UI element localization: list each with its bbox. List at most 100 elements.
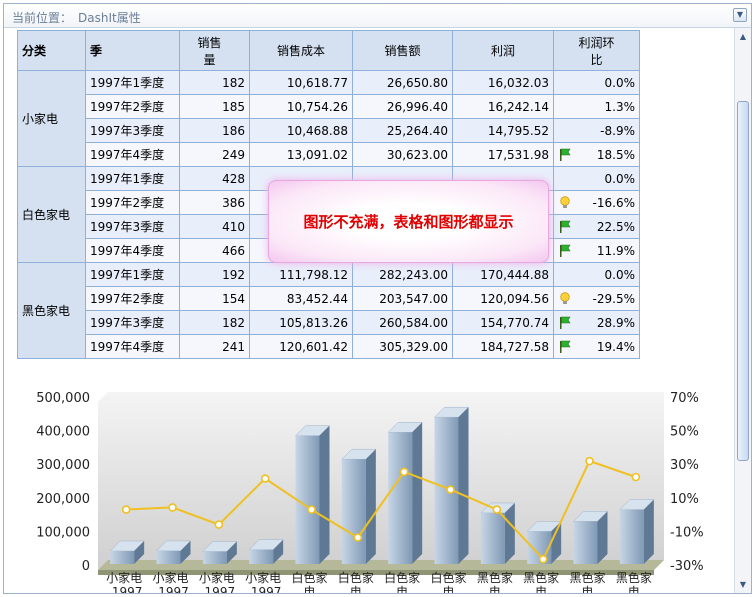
header-profit-ratio[interactable]: 利润环 比: [553, 30, 640, 71]
bar-side: [365, 449, 376, 564]
scroll-up-button[interactable]: ▲: [736, 29, 750, 44]
line-point: [353, 533, 363, 542]
arrow-up-icon: ▲: [739, 32, 747, 41]
season-cell: 1997年1季度: [85, 70, 180, 95]
season-cell: 1997年3季度: [85, 118, 180, 143]
profit-ratio-value: 11.9%: [596, 243, 635, 258]
season-cell: 1997年3季度: [85, 310, 180, 335]
profit-cell: 120,094.56: [452, 286, 554, 311]
line-point: [492, 505, 502, 514]
info-popup: 图形不充满，表格和图形都显示: [268, 180, 549, 263]
line-point: [307, 505, 316, 514]
x-tick-label: 小家电_1997: [105, 570, 143, 593]
scroll-down-button[interactable]: ▼: [736, 577, 750, 592]
cost-cell: 120,601.42: [249, 334, 353, 359]
scrollbar-thumb[interactable]: [737, 101, 749, 461]
x-tick-label: 小家电_1997: [244, 570, 282, 593]
quantity-cell: 182: [179, 310, 250, 335]
season-cell: 1997年1季度: [85, 166, 180, 191]
flag-icon: [560, 220, 571, 233]
bar-side: [504, 502, 515, 564]
season-cell: 1997年4季度: [85, 238, 180, 263]
table-row: 小家电 1997年1季度 182 10,618.77 26,650.80 16,032.0…: [17, 70, 640, 167]
quantity-cell: 182: [179, 70, 250, 95]
bar-side: [643, 499, 654, 564]
y-right-tick-label: 70%: [670, 391, 699, 406]
profit-cell: 170,444.88: [452, 262, 554, 287]
profit-ratio-value: 28.9%: [596, 315, 635, 330]
breadcrumb-value: DashIt属性: [78, 11, 141, 25]
category-cell: 白色家电: [17, 166, 86, 263]
profit-cell: 154,770.74: [452, 310, 554, 335]
x-tick-label: 白色家电: [291, 570, 327, 593]
x-tick-label: 白色家电: [430, 570, 466, 593]
bar-side: [412, 422, 423, 564]
profit-cell: 16,242.14: [452, 94, 554, 119]
profit-ratio-cell: 0.0%: [553, 166, 640, 191]
quantity-cell: 428: [179, 166, 250, 191]
profit-ratio-value: 18.5%: [596, 147, 635, 162]
quantity-cell: 241: [179, 334, 250, 359]
profit-ratio-value: -16.6%: [592, 195, 635, 210]
line-point: [121, 505, 131, 514]
bar: [202, 551, 227, 564]
y-left-tick-label: 400,000: [36, 425, 90, 440]
line-point: [585, 456, 594, 466]
report-content: 分类 季 销售 量 销售成本 销售额 利润 利润环 比 小家电 1997年1季度 1…: [4, 28, 734, 593]
sales-cell: 203,547.00: [352, 286, 453, 311]
combo-chart: 0 100,000 200,000 300,000 400,000 500,000 -30%…: [36, 391, 704, 593]
profit-ratio-value: -8.9%: [600, 123, 635, 138]
sales-cell: 26,996.40: [352, 94, 453, 119]
x-tick-label: 小家电_1997: [198, 570, 236, 593]
profit-ratio-cell: 0.0%: [553, 262, 640, 287]
sales-cell: 282,243.00: [352, 262, 453, 287]
header-quantity[interactable]: 销售 量: [179, 30, 250, 71]
header-season[interactable]: 季: [85, 30, 180, 71]
sales-cell: 26,650.80: [352, 70, 453, 95]
dashboard-frame: 当前位置： DashIt属性 ▼ 分类 季 销售 量 销售成本 销售额 利润 利润…: [3, 3, 752, 594]
quantity-cell: 154: [179, 286, 250, 311]
profit-ratio-value: 0.0%: [604, 171, 636, 186]
profit-ratio-cell: 0.0%: [553, 70, 640, 95]
header-sales[interactable]: 销售额: [352, 30, 453, 71]
quantity-cell: 466: [179, 238, 250, 263]
bar: [573, 521, 598, 564]
profit-ratio-cell: 28.9%: [553, 310, 640, 335]
y-right-tick-label: 10%: [670, 492, 699, 507]
profit-ratio-cell: 11.9%: [553, 238, 640, 263]
cost-cell: 111,798.12: [249, 262, 353, 287]
dropdown-button[interactable]: ▼: [733, 8, 747, 22]
season-cell: 1997年2季度: [85, 94, 180, 119]
table-row: 1997年2季度 185 10,754.26 26,996.40 16,242.14 1.…: [18, 94, 640, 119]
bar: [341, 459, 366, 564]
category-cell: 黑色家电: [17, 262, 86, 359]
bar: [249, 549, 274, 564]
profit-ratio-cell: 18.5%: [553, 142, 640, 167]
season-cell: 1997年4季度: [85, 142, 180, 167]
x-tick-label: 白色家电: [384, 570, 420, 593]
cost-cell: 83,452.44: [249, 286, 353, 311]
y-right-tick-label: 50%: [670, 425, 699, 440]
quantity-cell: 410: [179, 214, 250, 239]
table-row: 1997年3季度 186 10,468.88 25,264.40 14,795.52 -8…: [18, 118, 640, 143]
profit-ratio-cell: 22.5%: [553, 214, 640, 239]
table-row: 1997年2季度 154 83,452.44 203,547.00 120,094.56…: [18, 286, 640, 311]
season-cell: 1997年3季度: [85, 214, 180, 239]
profit-ratio-cell: 1.3%: [553, 94, 640, 119]
header-category[interactable]: 分类: [17, 30, 86, 71]
x-tick-label: 黑色家电: [523, 570, 559, 593]
line-point: [446, 485, 455, 494]
header-profit[interactable]: 利润: [452, 30, 554, 71]
y-right-tick-label: -10%: [670, 525, 704, 540]
vertical-scrollbar[interactable]: ▲ ▼: [734, 28, 751, 593]
quantity-cell: 249: [179, 142, 250, 167]
line-point: [260, 474, 270, 483]
bar: [295, 435, 320, 564]
breadcrumb-text: 当前位置： DashIt属性: [12, 9, 141, 26]
profit-cell: 14,795.52: [452, 118, 554, 143]
header-cost[interactable]: 销售成本: [249, 30, 353, 71]
table-row: 1997年4季度 249 13,091.02 30,623.00 17,531.98 18…: [18, 142, 640, 167]
table-row: 1997年4季度 241 120,601.42 305,329.00 184,727.5…: [18, 334, 640, 359]
profit-cell: 16,032.03: [452, 70, 554, 95]
x-tick-label: 小家电_1997: [151, 570, 189, 593]
